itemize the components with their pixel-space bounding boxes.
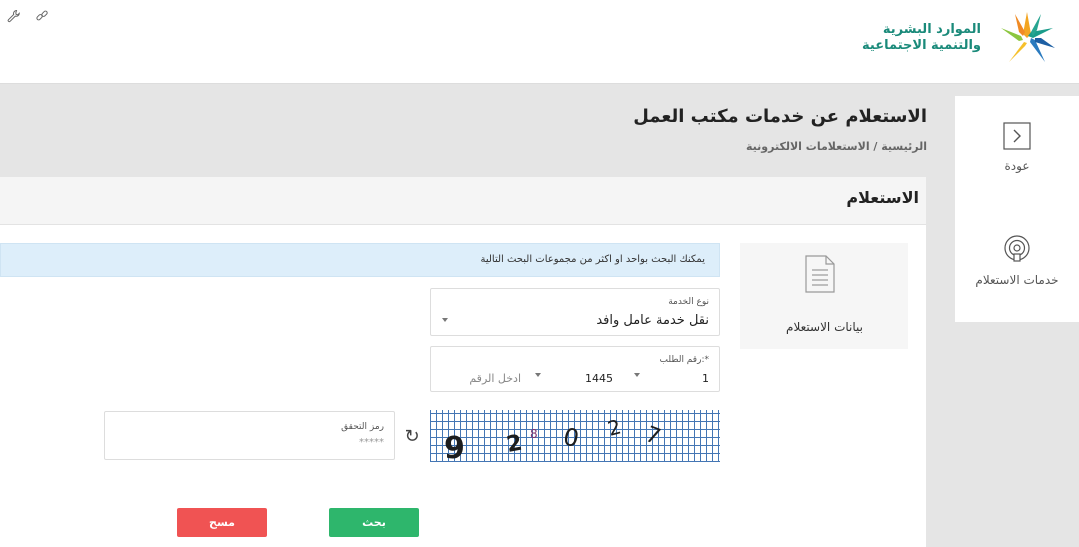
captcha-char-3: 0 [561,422,582,453]
captcha-char-4: 2 [605,414,624,440]
chevron-right-icon [1003,122,1031,150]
card-header: الاستعلام [0,177,926,225]
chevron-down-icon [442,318,448,322]
ministry-logo[interactable]: الموارد البشرية والتنمية الاجتماعية [859,8,1059,70]
captcha-char-2: 2 [505,431,524,458]
search-button[interactable]: بحث [329,508,419,537]
inquiry-services-label: خدمات الاستعلام [975,273,1059,287]
logo-text: الموارد البشرية والتنمية الاجتماعية [862,22,981,54]
request-year-select[interactable]: 1445 [585,372,613,385]
captcha-image: 9 2 8 0 2 7 [430,410,720,462]
captcha-noise: 8 [530,427,538,441]
inquiry-card: الاستعلام بيانات الاستعلام يمكنك البحث ب… [0,177,926,547]
service-type-select[interactable]: نوع الخدمة نقل خدمة عامل وافد [430,288,720,336]
chevron-down-icon [535,373,541,377]
captcha-placeholder: ***** [359,437,384,448]
request-number-input[interactable]: ادخل الرقم [469,372,521,385]
inquiry-services-button[interactable]: خدمات الاستعلام [955,234,1079,287]
captcha-char-1: 9 [444,431,465,462]
chevron-down-icon [634,373,640,377]
back-button[interactable]: عودة [955,122,1079,173]
request-part1-select[interactable]: 1 [702,372,709,385]
breadcrumb[interactable]: الرئيسية / الاستعلامات الالكترونية [746,140,927,153]
card-title: الاستعلام [846,188,919,207]
request-number-field: رقم الطلب:* 1 1445 ادخل الرقم [430,346,720,392]
request-number-label: رقم الطلب:* [659,355,710,365]
info-alert: يمكنك البحث بواحد او اكثر من مجموعات الب… [0,243,720,277]
service-type-value: نقل خدمة عامل وافد [596,313,709,328]
side-menu: عودة خدمات الاستعلام [955,96,1079,322]
info-alert-text: يمكنك البحث بواحد او اكثر من مجموعات الب… [480,254,705,265]
inquiry-data-tab[interactable]: بيانات الاستعلام [740,243,908,349]
top-bar: الموارد البشرية والتنمية الاجتماعية [0,0,1079,84]
refresh-captcha-icon[interactable]: ↻ [402,427,422,447]
logo-star-icon [1001,12,1055,62]
document-icon [805,255,835,293]
link-icon[interactable] [34,8,50,24]
captcha-label: رمز التحقق [341,422,384,432]
wrench-icon[interactable] [6,8,22,24]
service-type-label: نوع الخدمة [668,297,709,307]
logo-line1: الموارد البشرية [882,22,981,37]
logo-line2: والتنمية الاجتماعية [862,38,981,53]
captcha-char-5: 7 [642,422,664,450]
clear-button[interactable]: مسح [177,508,267,537]
page-title: الاستعلام عن خدمات مكتب العمل [633,106,927,127]
captcha-input[interactable]: رمز التحقق ***** [104,411,395,460]
back-label: عودة [1004,159,1030,173]
broadcast-icon [1004,235,1030,262]
inquiry-data-tab-label: بيانات الاستعلام [786,320,863,334]
